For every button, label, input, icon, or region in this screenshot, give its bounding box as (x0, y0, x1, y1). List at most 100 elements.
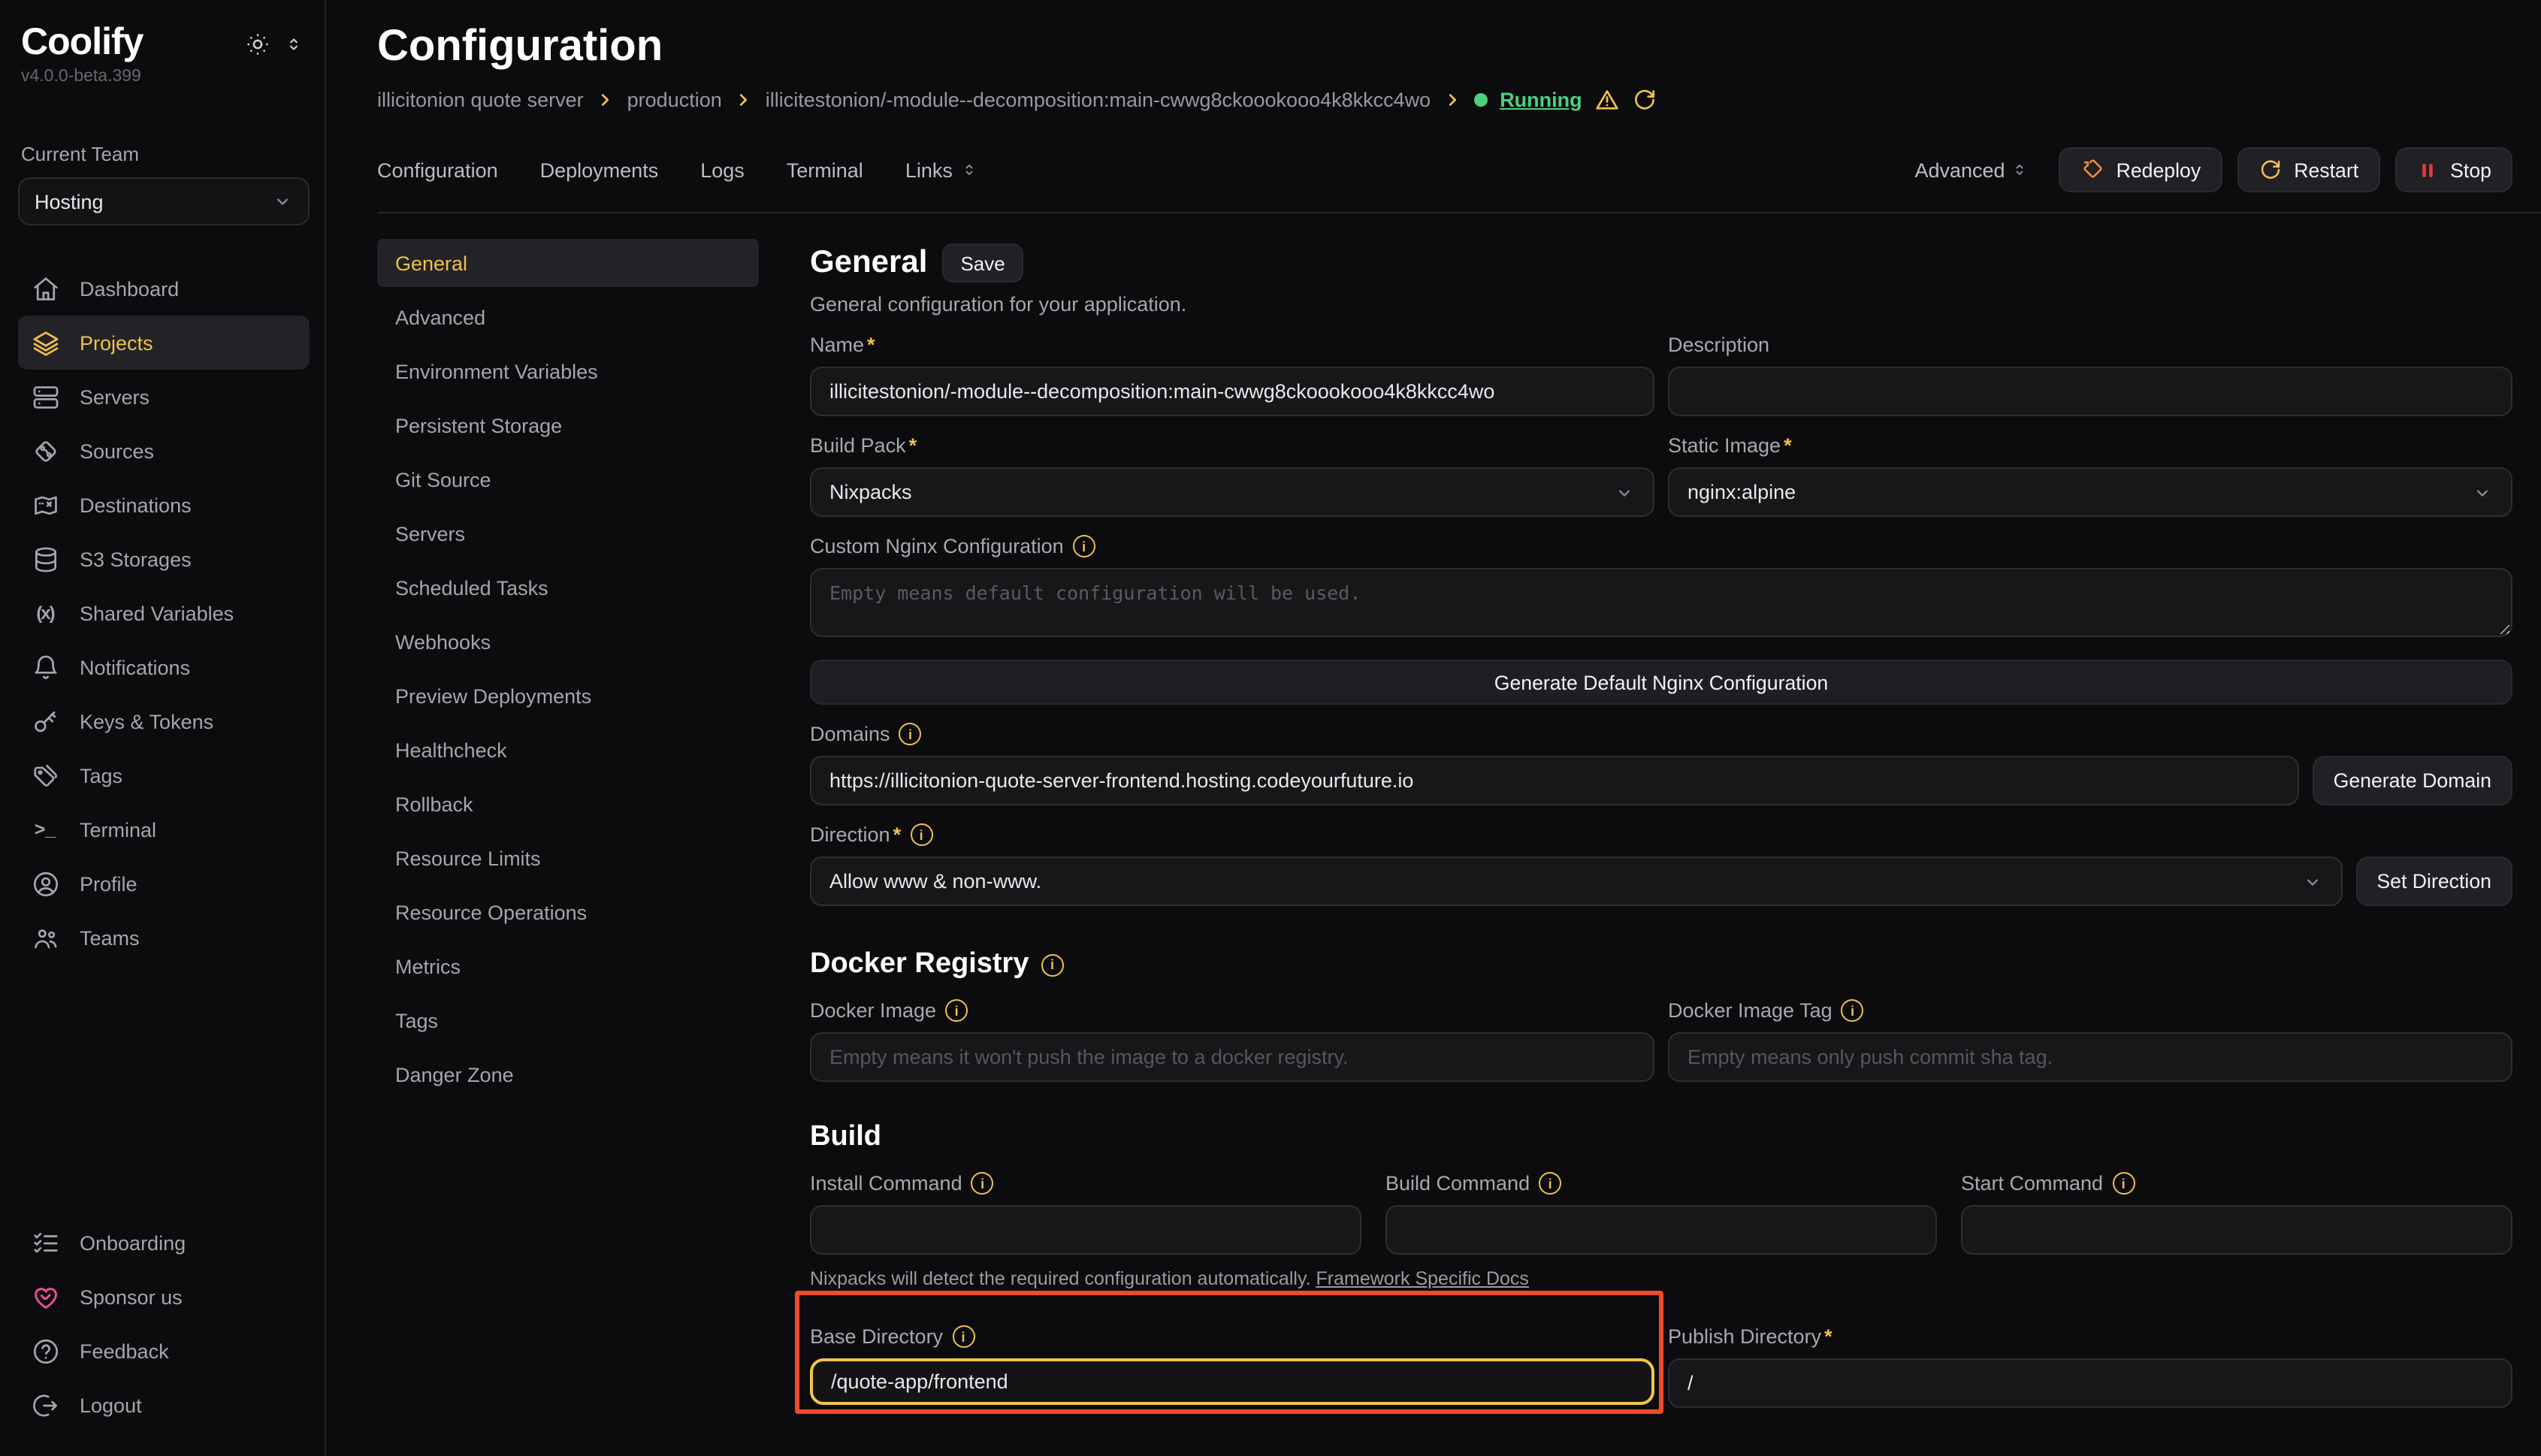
stop-button[interactable]: Stop (2394, 147, 2512, 192)
sidebar-item-sponsor[interactable]: Sponsor us (18, 1270, 310, 1324)
sidebar-item-label: Destinations (80, 494, 192, 516)
status-running-link[interactable]: Running (1500, 89, 1582, 111)
subnav-resource-operations[interactable]: Resource Operations (377, 888, 759, 936)
subnav-rollback[interactable]: Rollback (377, 780, 759, 828)
sidebar-item-tags[interactable]: Tags (18, 748, 310, 802)
info-icon[interactable] (971, 1172, 994, 1195)
subnav-healthcheck[interactable]: Healthcheck (377, 726, 759, 774)
breadcrumb-application[interactable]: illicitestonion/-module--decomposition:m… (766, 89, 1431, 111)
subnav-environment-variables[interactable]: Environment Variables (377, 347, 759, 395)
subnav-tags[interactable]: Tags (377, 996, 759, 1044)
chevron-right-icon (597, 92, 614, 108)
static-image-select[interactable]: nginx:alpine (1668, 467, 2512, 517)
subnav-general[interactable]: General (377, 239, 759, 287)
subnav-git-source[interactable]: Git Source (377, 455, 759, 503)
restart-label: Restart (2294, 159, 2358, 181)
info-icon[interactable] (952, 1325, 974, 1348)
description-input[interactable] (1668, 367, 2512, 416)
tags-icon (30, 760, 60, 790)
database-icon (30, 544, 60, 574)
tab-terminal[interactable]: Terminal (787, 159, 863, 181)
sidebar-item-shared-variables[interactable]: Shared Variables (18, 586, 310, 640)
framework-docs-link[interactable]: Framework Specific Docs (1316, 1268, 1529, 1289)
theme-chevrons-up-down-icon[interactable] (284, 35, 304, 54)
info-icon[interactable] (1539, 1172, 1561, 1195)
sidebar-item-label: Profile (80, 872, 137, 895)
sidebar-item-terminal[interactable]: Terminal (18, 802, 310, 856)
refresh-icon[interactable] (1632, 87, 1657, 113)
info-icon[interactable] (2112, 1172, 2135, 1195)
docker-image-tag-input[interactable] (1668, 1032, 2512, 1082)
install-command-input[interactable] (810, 1205, 1361, 1255)
tab-links[interactable]: Links (905, 159, 978, 181)
sidebar-item-label: Shared Variables (80, 602, 234, 624)
shared-variables-icon (30, 598, 60, 628)
team-select-value: Hosting (35, 190, 104, 213)
tab-deployments[interactable]: Deployments (540, 159, 659, 181)
subnav-metrics[interactable]: Metrics (377, 942, 759, 990)
sidebar-item-destinations[interactable]: Destinations (18, 478, 310, 532)
subnav-scheduled-tasks[interactable]: Scheduled Tasks (377, 563, 759, 612)
breadcrumb-project[interactable]: illicitonion quote server (377, 89, 584, 111)
team-select[interactable]: Hosting (18, 177, 310, 225)
coolify-app: Coolify v4.0.0-beta.399 Current Team Hos… (0, 0, 2541, 1456)
status-dot (1474, 93, 1488, 107)
sidebar-item-label: Sources (80, 440, 154, 462)
subnav-persistent-storage[interactable]: Persistent Storage (377, 401, 759, 449)
base-directory-input[interactable] (810, 1358, 1654, 1405)
info-icon[interactable] (1842, 999, 1864, 1022)
restart-button[interactable]: Restart (2237, 147, 2379, 192)
tab-logs[interactable]: Logs (700, 159, 745, 181)
warning-icon[interactable] (1594, 87, 1620, 113)
tab-links-label: Links (905, 159, 953, 181)
subnav-servers[interactable]: Servers (377, 509, 759, 557)
info-icon[interactable] (945, 999, 968, 1022)
sidebar-item-keys-tokens[interactable]: Keys & Tokens (18, 694, 310, 748)
custom-nginx-textarea[interactable] (810, 568, 2512, 637)
redeploy-button[interactable]: Redeploy (2059, 147, 2222, 192)
info-icon[interactable] (910, 823, 932, 846)
sidebar-item-projects[interactable]: Projects (18, 316, 310, 370)
subnav-danger-zone[interactable]: Danger Zone (377, 1050, 759, 1098)
save-button[interactable]: Save (942, 243, 1023, 282)
theme-sun-icon[interactable] (245, 32, 270, 57)
generate-domain-button[interactable]: Generate Domain (2313, 756, 2512, 805)
custom-nginx-label: Custom Nginx Configuration (810, 535, 1064, 557)
docker-image-input[interactable] (810, 1032, 1654, 1082)
generate-nginx-button[interactable]: Generate Default Nginx Configuration (810, 660, 2512, 705)
direction-select[interactable]: Allow www & non-www. (810, 856, 2342, 906)
sidebar-item-logout[interactable]: Logout (18, 1378, 310, 1432)
tab-configuration[interactable]: Configuration (377, 159, 498, 181)
build-pack-select[interactable]: Nixpacks (810, 467, 1654, 517)
sidebar-item-feedback[interactable]: Feedback (18, 1324, 310, 1378)
advanced-dropdown[interactable]: Advanced (1914, 159, 2029, 181)
subnav-resource-limits[interactable]: Resource Limits (377, 834, 759, 882)
breadcrumb-environment[interactable]: production (627, 89, 722, 111)
publish-directory-input[interactable] (1668, 1358, 2512, 1408)
chevrons-up-down-icon (960, 161, 978, 179)
info-icon[interactable] (899, 723, 922, 745)
sidebar-item-teams[interactable]: Teams (18, 911, 310, 965)
subnav-preview-deployments[interactable]: Preview Deployments (377, 672, 759, 720)
sidebar-item-dashboard[interactable]: Dashboard (18, 261, 310, 316)
key-icon (30, 706, 60, 736)
sidebar-item-sources[interactable]: Sources (18, 424, 310, 478)
sidebar-item-profile[interactable]: Profile (18, 856, 310, 911)
subnav-webhooks[interactable]: Webhooks (377, 618, 759, 666)
sidebar-item-notifications[interactable]: Notifications (18, 640, 310, 694)
sidebar-item-label: Sponsor us (80, 1285, 183, 1308)
set-direction-button[interactable]: Set Direction (2355, 856, 2512, 906)
sidebar-item-onboarding[interactable]: Onboarding (18, 1216, 310, 1270)
sidebar-item-s3-storages[interactable]: S3 Storages (18, 532, 310, 586)
info-icon[interactable] (1073, 535, 1095, 557)
restart-icon (2258, 158, 2282, 182)
start-command-input[interactable] (1961, 1205, 2512, 1255)
subnav-advanced[interactable]: Advanced (377, 293, 759, 341)
page-title: Configuration (377, 23, 2541, 72)
sidebar-item-servers[interactable]: Servers (18, 370, 310, 424)
build-command-input[interactable] (1385, 1205, 1937, 1255)
chevrons-up-down-icon (2011, 161, 2029, 179)
domains-input[interactable] (810, 756, 2299, 805)
name-input[interactable] (810, 367, 1654, 416)
info-icon[interactable] (1041, 953, 1063, 976)
